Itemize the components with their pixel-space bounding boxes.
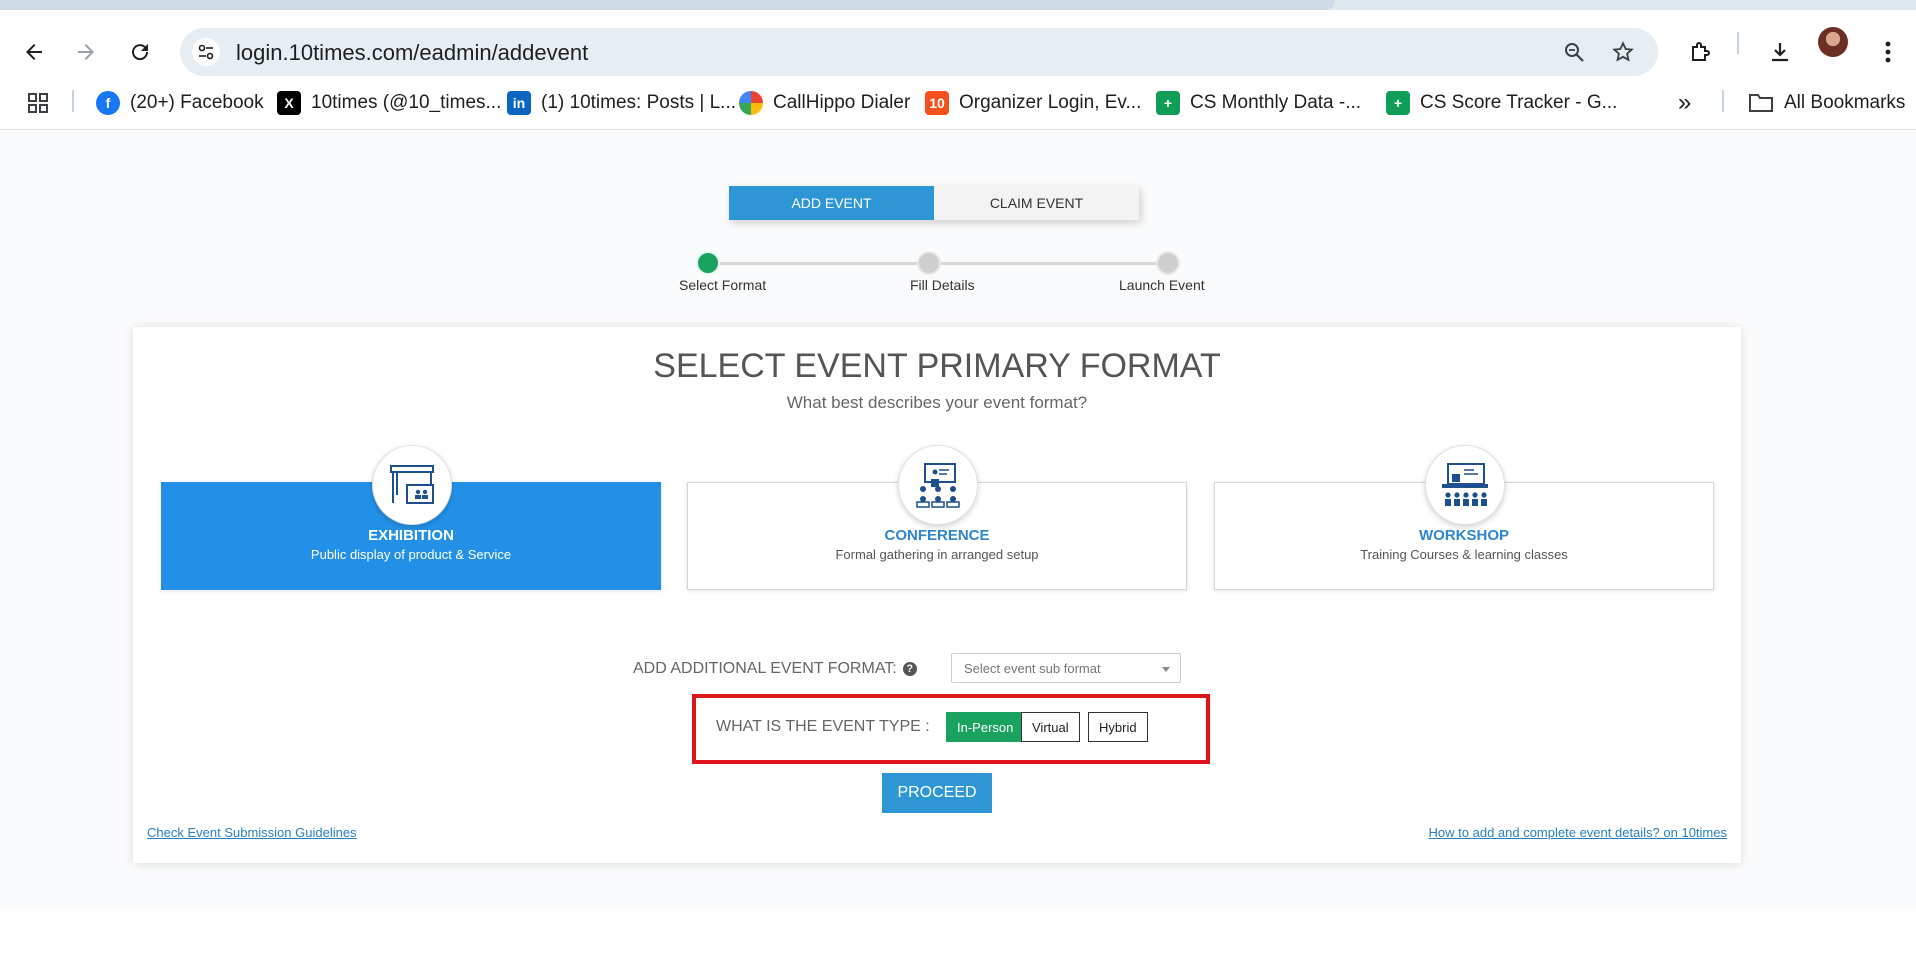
bookmark-label: CallHippo Dialer bbox=[773, 92, 911, 113]
step-dot-launch-event bbox=[1156, 251, 1180, 275]
x-icon: X bbox=[277, 91, 301, 115]
zoom-icon[interactable] bbox=[1558, 36, 1590, 68]
event-type-hybrid-button[interactable]: Hybrid bbox=[1088, 712, 1148, 742]
url-text[interactable]: login.10times.com/eadmin/addevent bbox=[236, 40, 588, 66]
format-name: CONFERENCE bbox=[884, 527, 990, 544]
back-icon[interactable] bbox=[12, 30, 56, 74]
format-option-conference[interactable]: CONFERENCE Formal gathering in arranged … bbox=[687, 445, 1187, 590]
event-type-in-person-button[interactable]: In-Person bbox=[946, 712, 1025, 742]
reload-icon[interactable] bbox=[118, 30, 162, 74]
step-dot-select-format bbox=[696, 251, 720, 275]
forward-icon[interactable] bbox=[64, 30, 108, 74]
bookmarks-divider bbox=[72, 90, 74, 112]
bookmark-label: 10times (@10_times... bbox=[311, 92, 502, 113]
step-label: Fill Details bbox=[910, 277, 975, 293]
bookmark-label: CS Monthly Data -... bbox=[1190, 92, 1362, 113]
format-card: SELECT EVENT PRIMARY FORMAT What best de… bbox=[133, 327, 1741, 863]
format-name: EXHIBITION bbox=[368, 527, 454, 544]
format-description: Public display of product & Service bbox=[310, 547, 512, 562]
event-mode-tabs: ADD EVENT CLAIM EVENT bbox=[729, 186, 1139, 220]
all-bookmarks-label: All Bookmarks bbox=[1784, 92, 1906, 113]
bookmarks-overflow-icon[interactable]: » bbox=[1678, 88, 1691, 118]
format-option-workshop[interactable]: WORKSHOP Training Courses & learning cla… bbox=[1214, 445, 1714, 590]
step-label: Launch Event bbox=[1119, 277, 1205, 293]
10times-icon: 10 bbox=[925, 91, 949, 115]
help-icon[interactable]: ? bbox=[902, 662, 917, 676]
proceed-button[interactable]: PROCEED bbox=[882, 773, 992, 813]
site-settings-icon[interactable] bbox=[192, 38, 220, 66]
conference-icon bbox=[898, 445, 978, 525]
extensions-icon[interactable] bbox=[1680, 32, 1720, 72]
bookmark-cs-score-tracker[interactable]: + CS Score Tracker - G... bbox=[1386, 88, 1617, 118]
bookmark-linkedin[interactable]: in (1) 10times: Posts | L... bbox=[507, 88, 736, 118]
bookmark-label: Organizer Login, Ev... bbox=[959, 92, 1142, 113]
tab-claim-event[interactable]: CLAIM EVENT bbox=[934, 186, 1139, 220]
folder-icon bbox=[1748, 92, 1774, 114]
additional-format-label: ADD ADDITIONAL EVENT FORMAT: ? bbox=[633, 660, 917, 678]
browser-toolbar: login.10times.com/eadmin/addevent bbox=[0, 10, 1916, 76]
page-subtitle: What best describes your event format? bbox=[786, 393, 1088, 412]
sheets-icon: + bbox=[1386, 91, 1410, 115]
exhibition-icon bbox=[372, 445, 452, 525]
bookmarks-divider bbox=[1722, 90, 1724, 112]
facebook-icon: f bbox=[96, 91, 120, 115]
event-type-highlight: WHAT IS THE EVENT TYPE : In-Person Virtu… bbox=[692, 694, 1210, 764]
tab-add-event[interactable]: ADD EVENT bbox=[729, 186, 934, 220]
bookmark-label: (1) 10times: Posts | L... bbox=[541, 92, 737, 113]
bookmark-x[interactable]: X 10times (@10_times... bbox=[277, 88, 501, 118]
bookmark-label: CS Score Tracker - G... bbox=[1420, 92, 1618, 113]
howto-link[interactable]: How to add and complete event details? o… bbox=[1429, 825, 1727, 840]
workshop-icon bbox=[1425, 445, 1505, 525]
format-description: Training Courses & learning classes bbox=[1360, 547, 1568, 562]
bookmark-label: (20+) Facebook bbox=[130, 92, 264, 113]
format-description: Formal gathering in arranged setup bbox=[835, 547, 1039, 562]
bookmarks-bar: f (20+) Facebook X 10times (@10_times...… bbox=[0, 76, 1916, 130]
apps-icon[interactable] bbox=[26, 88, 50, 118]
bookmark-star-icon[interactable] bbox=[1607, 36, 1639, 68]
bookmark-organizer-login[interactable]: 10 Organizer Login, Ev... bbox=[925, 88, 1141, 118]
sub-format-placeholder: Select event sub format bbox=[964, 661, 1101, 676]
toolbar-divider bbox=[1737, 32, 1739, 54]
format-option-exhibition[interactable]: EXHIBITION Public display of product & S… bbox=[161, 445, 661, 590]
page-content: ADD EVENT CLAIM EVENT Select Format Fill… bbox=[0, 131, 1916, 911]
all-bookmarks-button[interactable]: All Bookmarks bbox=[1748, 88, 1905, 118]
format-name: WORKSHOP bbox=[1419, 527, 1509, 544]
address-bar[interactable]: login.10times.com/eadmin/addevent bbox=[180, 28, 1658, 76]
step-dot-fill-details bbox=[917, 251, 941, 275]
menu-icon[interactable] bbox=[1868, 32, 1908, 72]
tab-strip bbox=[0, 0, 1916, 10]
active-tab[interactable] bbox=[0, 0, 1335, 10]
callhippo-icon bbox=[739, 91, 763, 115]
sub-format-select[interactable]: Select event sub format bbox=[951, 653, 1181, 683]
step-label: Select Format bbox=[679, 277, 767, 293]
bookmark-callhippo[interactable]: CallHippo Dialer bbox=[739, 88, 910, 118]
guidelines-link[interactable]: Check Event Submission Guidelines bbox=[147, 825, 357, 840]
bookmark-facebook[interactable]: f (20+) Facebook bbox=[96, 88, 264, 118]
profile-avatar[interactable] bbox=[1818, 27, 1848, 57]
bookmark-cs-monthly-data[interactable]: + CS Monthly Data -... bbox=[1156, 88, 1361, 118]
page-title: SELECT EVENT PRIMARY FORMAT bbox=[653, 347, 1221, 385]
event-type-label: WHAT IS THE EVENT TYPE : bbox=[716, 718, 930, 735]
additional-format-text: ADD ADDITIONAL EVENT FORMAT: bbox=[633, 660, 897, 677]
chevron-down-icon bbox=[1162, 667, 1170, 672]
linkedin-icon: in bbox=[507, 91, 531, 115]
event-type-virtual-button[interactable]: Virtual bbox=[1021, 712, 1080, 742]
sheets-icon: + bbox=[1156, 91, 1180, 115]
download-icon[interactable] bbox=[1760, 32, 1800, 72]
